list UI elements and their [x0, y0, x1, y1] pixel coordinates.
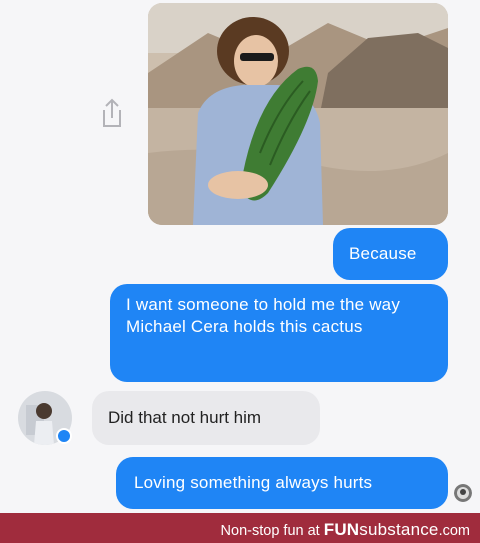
brand-name: FUNsubstance [324, 520, 439, 539]
watermark-footer: Non-stop fun at FUNsubstance.com [0, 513, 480, 543]
message-text: Did that not hurt him [108, 408, 262, 427]
brand-bold: FUN [323, 520, 360, 539]
messenger-badge-icon [56, 428, 72, 444]
message-bubble-outgoing: Because [333, 228, 448, 280]
message-photo[interactable] [148, 3, 448, 225]
message-text: I want someone to hold me the way Michae… [126, 295, 401, 336]
watermark-prefix: Non-stop fun at [220, 523, 320, 539]
cactus-photo-image [148, 3, 448, 225]
share-icon[interactable] [94, 95, 130, 131]
read-receipt-avatar [454, 484, 472, 502]
brand-rest: substance [359, 520, 439, 539]
brand-suffix: .com [438, 523, 470, 539]
message-bubble-outgoing: I want someone to hold me the way Michae… [110, 284, 448, 382]
message-text: Loving something always hurts [134, 473, 373, 492]
watermark-text: Non-stop fun at FUNsubstance.com [221, 520, 470, 540]
message-bubble-incoming: Did that not hurt him [92, 391, 320, 445]
message-bubble-outgoing: Loving something always hurts [116, 457, 448, 509]
message-text: Because [349, 244, 417, 263]
